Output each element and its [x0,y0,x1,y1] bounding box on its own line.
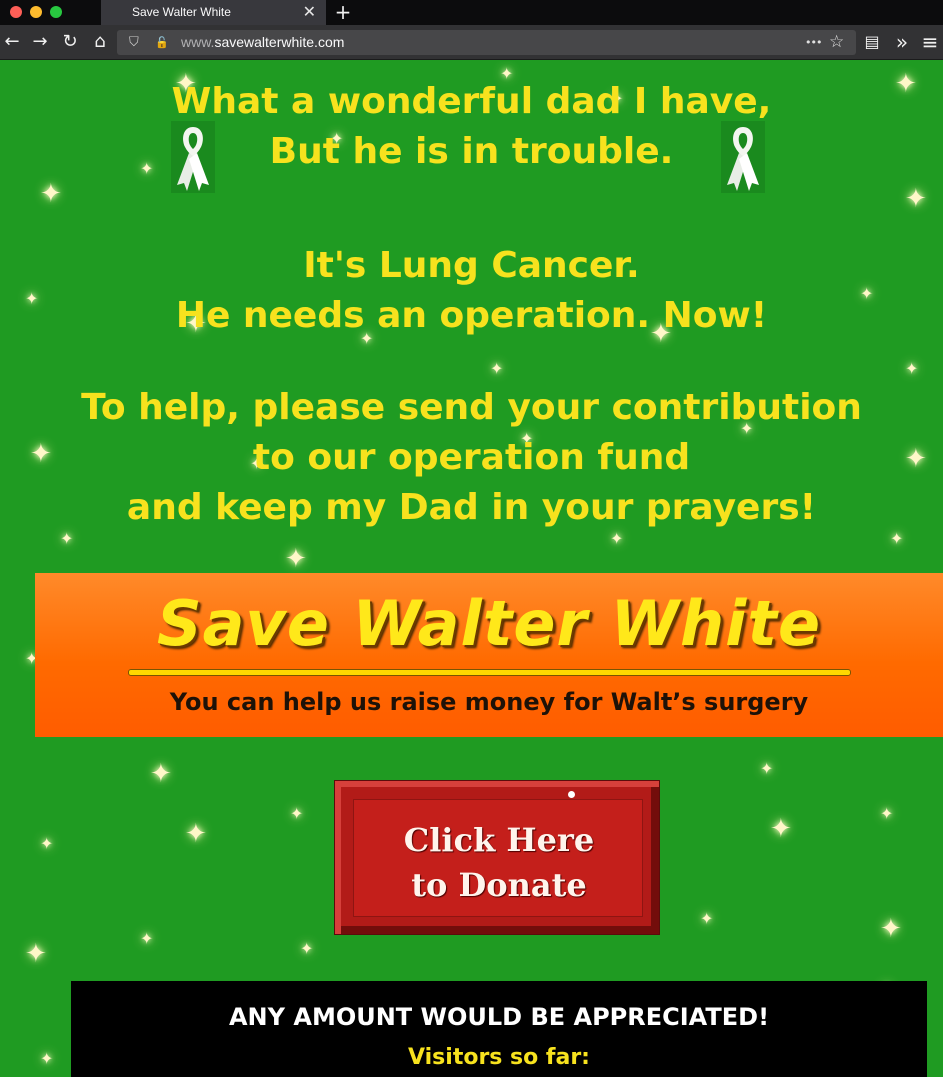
close-window-button[interactable] [10,6,22,18]
bookmark-star-icon[interactable]: ☆ [829,30,844,55]
intro-line-1: What a wonderful dad I have, [171,81,772,122]
tracking-shield-icon[interactable]: ⛉ [129,30,139,55]
zoom-window-button[interactable] [50,6,62,18]
new-tab-button[interactable]: + [333,0,353,25]
save-walter-white-banner: Save Walter White You can help us raise … [35,573,943,737]
white-awareness-ribbon-icon [721,121,765,193]
sparkle-icon: ✦ [40,179,62,209]
close-tab-icon[interactable]: ✕ [303,0,316,25]
sparkle-icon: ✦ [285,544,307,574]
sparkle-icon: ✦ [760,759,774,778]
intro-line-2: But he is in trouble. [269,131,674,172]
back-arrow-icon[interactable]: ← [0,25,24,60]
sparkle-icon: ✦ [25,939,47,969]
help-line-3: and keep my Dad in your prayers! [126,487,817,528]
sparkle-icon: ✦ [40,834,54,853]
sparkle-icon: ✦ [185,819,207,849]
banner-title: Save Walter White [156,587,822,660]
minimize-window-button[interactable] [30,6,42,18]
sparkle-icon: ✦ [700,909,714,928]
reload-icon[interactable]: ↻ [58,25,82,60]
tab-strip: Save Walter White ✕ + [0,0,943,25]
forward-arrow-icon[interactable]: → [28,25,52,60]
sparkle-icon: ✦ [60,529,74,548]
sparkle-icon: ✦ [905,359,919,378]
cursor-dot [568,791,575,798]
donate-line-2: to Donate [411,866,587,904]
donate-button[interactable]: Click Here to Donate [334,780,660,935]
banner-subtitle: You can help us raise money for Walt’s s… [169,688,809,716]
cancer-message: It's Lung Cancer. He needs an operation.… [0,241,943,341]
address-bar[interactable]: ⛉ 🔓 www.savewalterwhite.com ••• ☆ [117,30,856,55]
sparkle-icon: ✦ [880,914,902,944]
banner-divider [128,669,851,676]
help-line-1: To help, please send your contribution [81,387,862,428]
appreciation-text: ANY AMOUNT WOULD BE APPRECIATED! [228,1003,770,1031]
reader-clipboard-icon[interactable]: ▤ [860,25,884,60]
active-tab[interactable]: Save Walter White ✕ [101,0,326,25]
insecure-lock-icon[interactable]: 🔓 [155,30,169,55]
sparkle-icon: ✦ [880,804,894,823]
sparkle-icon: ✦ [150,759,172,789]
home-icon[interactable]: ⌂ [88,25,112,60]
sparkle-icon: ✦ [40,1049,54,1068]
cancer-line-2: He needs an operation. Now! [175,295,768,336]
visitors-label: Visitors so far: [408,1045,590,1070]
sparkle-icon: ✦ [140,929,154,948]
url-domain: savewalterwhite.com [214,34,345,50]
donate-button-face[interactable]: Click Here to Donate [353,799,643,917]
navigation-toolbar: ← → ↻ ⌂ ⛉ 🔓 www.savewalterwhite.com ••• … [0,25,943,60]
help-message: To help, please send your contribution t… [0,383,943,533]
white-awareness-ribbon-icon [171,121,215,193]
page-content: ✦✦✦✦✦✦✦✦✦✦✦✦✦✦✦✦✦✦✦✦✦✦✦✦✦✦✦✦✦✦✦✦✦✦✦✦✦✦✦✦… [0,61,943,1077]
sparkle-icon: ✦ [490,359,504,378]
help-line-2: to our operation fund [252,437,691,478]
sparkle-icon: ✦ [770,814,792,844]
hamburger-menu-icon[interactable]: ≡ [918,25,942,60]
overflow-chevrons-icon[interactable]: » [890,25,914,60]
url-text[interactable]: www.savewalterwhite.com [181,30,344,55]
page-actions-icon[interactable]: ••• [805,30,822,55]
sparkle-icon: ✦ [890,529,904,548]
sparkle-icon: ✦ [300,939,314,958]
cancer-line-1: It's Lung Cancer. [303,245,640,286]
donate-line-1: Click Here [403,821,595,859]
sparkle-icon: ✦ [290,804,304,823]
url-prefix: www. [181,34,215,50]
donate-button-label: Click Here to Donate [354,818,644,908]
sparkle-icon: ✦ [905,184,927,214]
tab-title: Save Walter White [132,5,231,19]
footer-box: ANY AMOUNT WOULD BE APPRECIATED! Visitor… [71,981,927,1077]
intro-message: What a wonderful dad I have, But he is i… [0,77,943,177]
sparkle-icon: ✦ [610,529,624,548]
